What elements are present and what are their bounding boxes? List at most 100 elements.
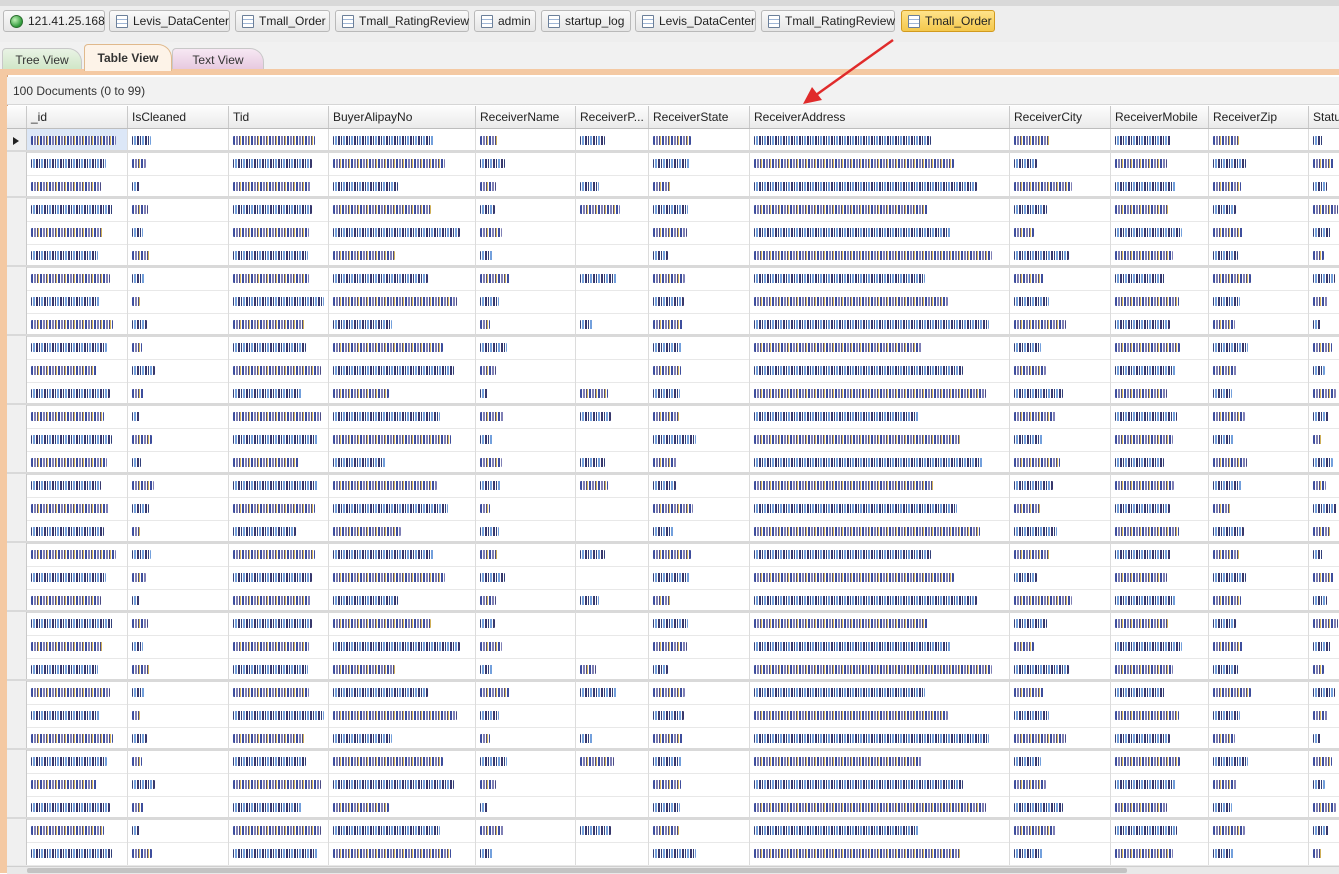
tab-admin[interactable]: admin [474, 10, 536, 32]
table-cell[interactable] [1010, 750, 1111, 773]
table-cell[interactable] [1111, 267, 1209, 290]
table-cell[interactable] [750, 658, 1010, 679]
table-cell[interactable] [1010, 152, 1111, 175]
tab-text-view[interactable]: Text View [172, 48, 264, 70]
row-selector[interactable] [7, 267, 27, 290]
table-cell[interactable] [576, 313, 649, 334]
table-row[interactable] [7, 152, 1339, 176]
table-row[interactable] [7, 727, 1339, 751]
table-cell[interactable] [1309, 175, 1339, 196]
table-cell[interactable] [329, 313, 476, 334]
table-cell[interactable] [1010, 405, 1111, 428]
table-cell[interactable] [27, 520, 128, 541]
table-cell[interactable] [27, 612, 128, 635]
table-cell[interactable] [576, 635, 649, 658]
table-cell[interactable] [27, 336, 128, 359]
table-row[interactable] [7, 796, 1339, 820]
table-cell[interactable] [1010, 175, 1111, 196]
table-cell[interactable] [1010, 474, 1111, 497]
table-cell[interactable] [649, 313, 750, 334]
table-cell[interactable] [128, 290, 229, 313]
table-cell[interactable] [1111, 451, 1209, 472]
table-row[interactable] [7, 566, 1339, 590]
table-cell[interactable] [649, 566, 750, 589]
table-cell[interactable] [576, 405, 649, 428]
row-selector[interactable] [7, 382, 27, 403]
table-cell[interactable] [1309, 405, 1339, 428]
row-selector[interactable] [7, 129, 27, 150]
table-cell[interactable] [128, 497, 229, 520]
table-cell[interactable] [649, 819, 750, 842]
table-cell[interactable] [1010, 727, 1111, 748]
table-cell[interactable] [1111, 175, 1209, 196]
table-cell[interactable] [329, 198, 476, 221]
table-cell[interactable] [649, 267, 750, 290]
table-cell[interactable] [229, 842, 329, 865]
table-cell[interactable] [1209, 267, 1309, 290]
table-cell[interactable] [128, 589, 229, 610]
table-cell[interactable] [1010, 543, 1111, 566]
column-header-receiverstate[interactable]: ReceiverState [649, 106, 750, 128]
table-cell[interactable] [476, 474, 576, 497]
table-cell[interactable] [476, 175, 576, 196]
table-cell[interactable] [329, 267, 476, 290]
table-cell[interactable] [576, 290, 649, 313]
table-cell[interactable] [1010, 773, 1111, 796]
table-cell[interactable] [476, 612, 576, 635]
table-cell[interactable] [1309, 727, 1339, 748]
table-row[interactable] [7, 198, 1339, 222]
table-cell[interactable] [128, 612, 229, 635]
table-cell[interactable] [1209, 658, 1309, 679]
table-cell[interactable] [1010, 842, 1111, 865]
table-cell[interactable] [329, 589, 476, 610]
table-cell[interactable] [649, 428, 750, 451]
table-cell[interactable] [27, 221, 128, 244]
table-row[interactable] [7, 773, 1339, 797]
table-cell[interactable] [329, 405, 476, 428]
table-cell[interactable] [1309, 566, 1339, 589]
table-cell[interactable] [476, 497, 576, 520]
table-cell[interactable] [649, 474, 750, 497]
table-cell[interactable] [1309, 244, 1339, 265]
table-cell[interactable] [1309, 359, 1339, 382]
column-header-statu[interactable]: Statu [1309, 106, 1339, 128]
table-cell[interactable] [229, 773, 329, 796]
table-cell[interactable] [1309, 842, 1339, 865]
table-cell[interactable] [576, 382, 649, 403]
table-cell[interactable] [1010, 451, 1111, 472]
table-cell[interactable] [229, 497, 329, 520]
table-cell[interactable] [576, 359, 649, 382]
row-selector[interactable] [7, 520, 27, 541]
table-cell[interactable] [1209, 336, 1309, 359]
table-cell[interactable] [576, 704, 649, 727]
table-cell[interactable] [476, 773, 576, 796]
table-cell[interactable] [576, 681, 649, 704]
table-cell[interactable] [27, 842, 128, 865]
table-cell[interactable] [27, 543, 128, 566]
table-cell[interactable] [329, 566, 476, 589]
table-cell[interactable] [1309, 497, 1339, 520]
table-cell[interactable] [1309, 612, 1339, 635]
tab-tmall-ratingreview-2[interactable]: Tmall_RatingReview [761, 10, 895, 32]
table-cell[interactable] [329, 290, 476, 313]
table-cell[interactable] [1010, 635, 1111, 658]
table-cell[interactable] [1111, 221, 1209, 244]
row-selector[interactable] [7, 727, 27, 748]
table-cell[interactable] [750, 244, 1010, 265]
table-cell[interactable] [27, 405, 128, 428]
table-cell[interactable] [27, 359, 128, 382]
column-header-buyeralipayno[interactable]: BuyerAlipayNo [329, 106, 476, 128]
row-selector[interactable] [7, 336, 27, 359]
table-cell[interactable] [27, 290, 128, 313]
table-cell[interactable] [750, 681, 1010, 704]
table-cell[interactable] [1111, 336, 1209, 359]
table-cell[interactable] [476, 359, 576, 382]
table-cell[interactable] [649, 727, 750, 748]
table-cell[interactable] [476, 635, 576, 658]
table-cell[interactable] [229, 267, 329, 290]
table-cell[interactable] [229, 474, 329, 497]
table-cell[interactable] [750, 796, 1010, 817]
table-cell[interactable] [1010, 658, 1111, 679]
table-cell[interactable] [229, 681, 329, 704]
table-cell[interactable] [649, 635, 750, 658]
